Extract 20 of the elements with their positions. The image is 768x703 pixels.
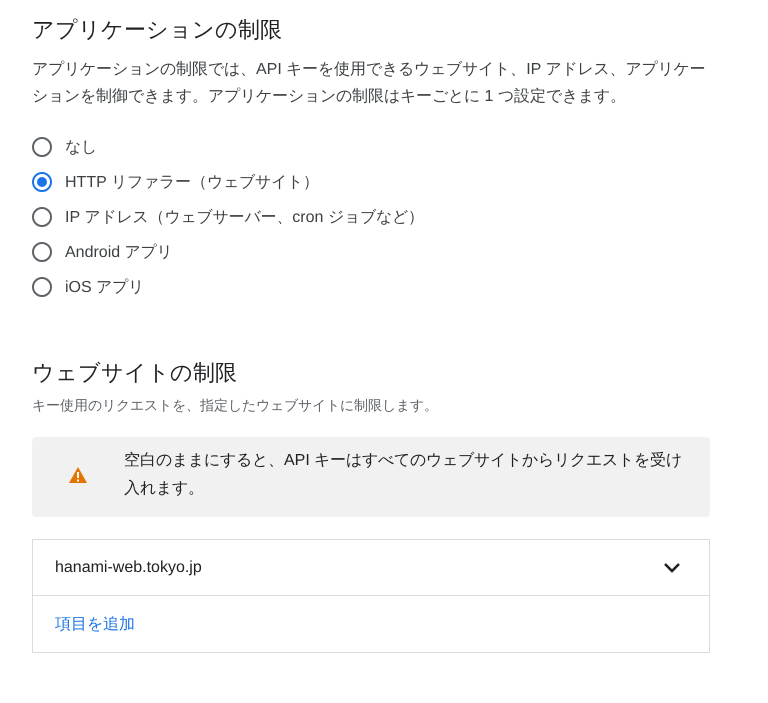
radio-button[interactable] [32,277,52,297]
radio-button[interactable] [32,172,52,192]
radio-label[interactable]: なし [65,136,97,158]
section-title: ウェブサイトの制限 [32,359,238,387]
website-text: hanami-web.tokyo.jp [55,558,202,576]
warning-icon [68,466,88,484]
radio-label[interactable]: IP アドレス（ウェブサーバー、cron ジョブなど） [65,206,424,228]
radio-label[interactable]: Android アプリ [65,242,173,262]
radio-label[interactable]: HTTP リファラー（ウェブサイト） [65,172,319,192]
section-title: アプリケーションの制限 [32,16,283,44]
warning-text: 空白のままにすると、API キーはすべてのウェブサイトからリクエストを受け入れます。 [124,450,684,499]
radio-button[interactable] [32,137,52,157]
add-item-link[interactable]: 項目を追加 [55,614,135,634]
section-description: キー使用のリクエストを、指定したウェブサイトに制限します。 [32,397,439,415]
radio-label[interactable]: iOS アプリ [65,276,144,298]
radio-button[interactable] [32,207,52,227]
section-description: アプリケーションの制限では、API キーを使用できるウェブサイト、IP アドレス、アプリケーションを制御できます。アプリケーションの制限はキーごとに 1 つ設定できます。 [32,60,707,107]
chevron-down-icon[interactable] [663,562,681,574]
website-item[interactable]: hanami-web.tokyo.jp [33,540,709,596]
radio-button[interactable] [32,242,52,262]
